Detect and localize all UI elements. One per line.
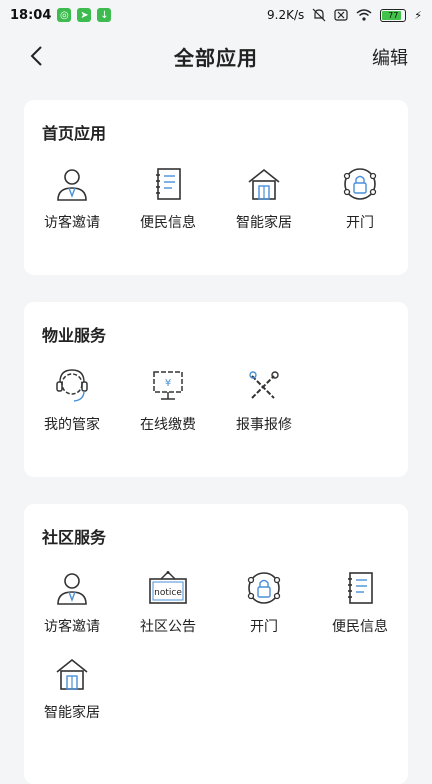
download-notification-icon: ↓ bbox=[97, 8, 112, 22]
battery-level: 77 bbox=[388, 10, 399, 20]
house-icon bbox=[244, 164, 284, 204]
app-label: 便民信息 bbox=[332, 619, 388, 635]
visitor-icon bbox=[52, 568, 92, 608]
sim-off-icon bbox=[334, 9, 348, 21]
headset-icon bbox=[52, 366, 92, 406]
app-label: 便民信息 bbox=[140, 215, 196, 231]
payment-icon: ¥ bbox=[148, 366, 188, 406]
mute-icon bbox=[312, 8, 326, 22]
header: 全部应用 编辑 bbox=[0, 30, 432, 82]
app-community-notice[interactable]: notice 社区公告 bbox=[120, 568, 216, 636]
notice-text: notice bbox=[154, 588, 182, 598]
notebook-icon bbox=[148, 164, 188, 204]
app-label: 访客邀请 bbox=[44, 619, 100, 635]
app-label: 智能家居 bbox=[44, 705, 100, 721]
lock-icon bbox=[244, 568, 284, 608]
send-notification-icon: ➤ bbox=[77, 8, 92, 22]
app-smart-home[interactable]: 智能家居 bbox=[216, 164, 312, 232]
app-label: 智能家居 bbox=[236, 215, 292, 231]
app-label: 访客邀请 bbox=[44, 215, 100, 231]
app-my-butler[interactable]: 我的管家 bbox=[24, 366, 120, 434]
chevron-left-icon bbox=[30, 46, 42, 66]
app-label: 社区公告 bbox=[140, 619, 196, 635]
battery-icon: 77 bbox=[380, 8, 407, 22]
house-icon bbox=[52, 654, 92, 694]
notebook-icon bbox=[340, 568, 380, 608]
page-title: 全部应用 bbox=[174, 45, 258, 70]
edit-button[interactable]: 编辑 bbox=[372, 44, 408, 70]
app-label: 开门 bbox=[346, 215, 374, 231]
status-bar: 18:04 ◎ ➤ ↓ 9.2K/s 77 ⚡ bbox=[0, 0, 432, 30]
app-report-repair[interactable]: 报事报修 bbox=[216, 366, 312, 434]
app-convenience-info[interactable]: 便民信息 bbox=[312, 568, 408, 636]
notice-icon: notice bbox=[148, 568, 188, 608]
visitor-icon bbox=[52, 164, 92, 204]
charging-icon: ⚡ bbox=[414, 8, 422, 22]
app-open-door[interactable]: 开门 bbox=[216, 568, 312, 636]
app-visitor-invite[interactable]: 访客邀请 bbox=[24, 568, 120, 636]
svg-text:¥: ¥ bbox=[165, 378, 171, 389]
section-title: 社区服务 bbox=[42, 528, 107, 547]
app-label: 开门 bbox=[250, 619, 278, 635]
section-title: 首页应用 bbox=[42, 124, 107, 143]
tools-icon bbox=[244, 366, 284, 406]
section-card-property-services: 物业服务 我的管家 ¥ 在线缴费 报事报修 bbox=[24, 302, 408, 477]
lock-icon bbox=[340, 164, 380, 204]
section-card-community-services: 社区服务 访客邀请 notice 社区公告 开门 便民信息 智能家居 bbox=[24, 504, 408, 784]
app-smart-home[interactable]: 智能家居 bbox=[24, 654, 120, 722]
app-convenience-info[interactable]: 便民信息 bbox=[120, 164, 216, 232]
app-label: 我的管家 bbox=[44, 417, 100, 433]
section-card-home-apps: 首页应用 访客邀请 便民信息 智能家居 开门 bbox=[24, 100, 408, 275]
app-label: 在线缴费 bbox=[140, 417, 196, 433]
wifi-icon bbox=[356, 9, 372, 21]
back-button[interactable] bbox=[22, 42, 50, 70]
status-time: 18:04 bbox=[10, 7, 52, 23]
network-speed: 9.2K/s bbox=[267, 8, 305, 22]
section-title: 物业服务 bbox=[42, 326, 107, 345]
app-online-payment[interactable]: ¥ 在线缴费 bbox=[120, 366, 216, 434]
app-visitor-invite[interactable]: 访客邀请 bbox=[24, 164, 120, 232]
app-label: 报事报修 bbox=[236, 417, 292, 433]
app-open-door[interactable]: 开门 bbox=[312, 164, 408, 232]
app-notification-icon: ◎ bbox=[57, 8, 72, 22]
